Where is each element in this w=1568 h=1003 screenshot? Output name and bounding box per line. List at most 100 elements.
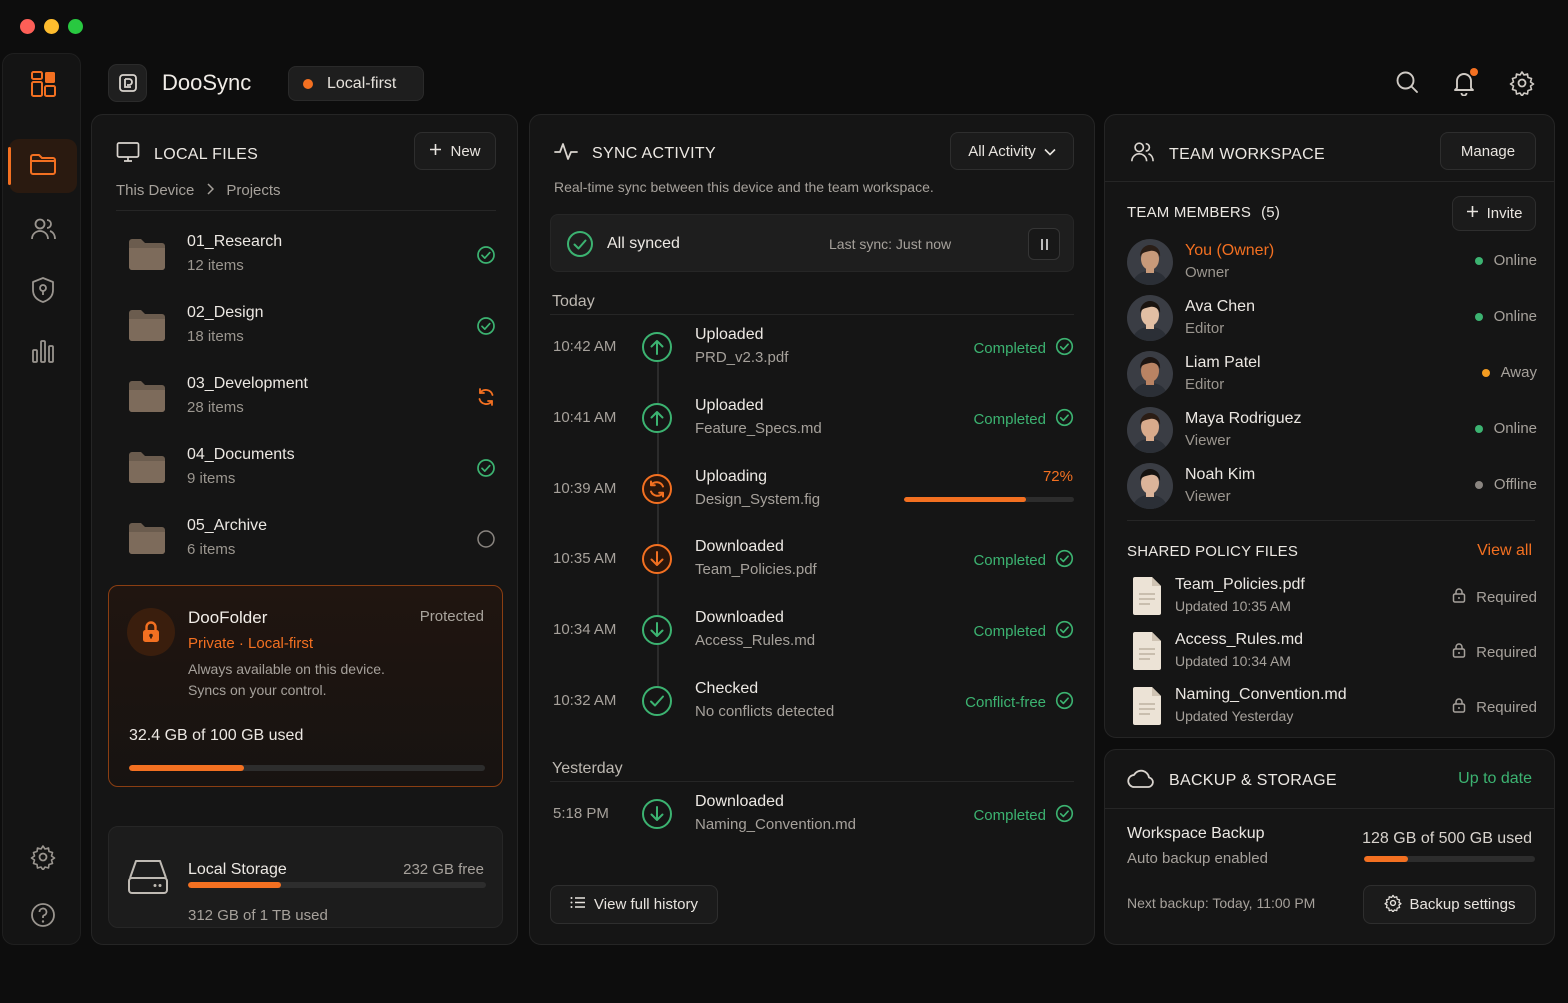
member-row[interactable]: Noah Kim Viewer Offline	[1127, 461, 1537, 511]
policy-row[interactable]: Team_Policies.pdf Updated 10:35 AM Require…	[1129, 574, 1537, 622]
member-row[interactable]: Ava Chen Editor Online	[1127, 293, 1537, 343]
invite-label: Invite	[1486, 205, 1523, 222]
member-row[interactable]: Liam Patel Editor Away	[1127, 349, 1537, 399]
status-dot	[303, 78, 313, 89]
policy-row[interactable]: Access_Rules.md Updated 10:34 AM Required	[1129, 629, 1537, 677]
local-storage-free: 232 GB free	[403, 861, 484, 878]
folder-name: 03_Development	[187, 375, 308, 392]
local-storage-bar	[188, 882, 486, 888]
bell-icon[interactable]	[1452, 68, 1478, 97]
users-icon	[29, 216, 57, 247]
sidebar-item-security[interactable]	[3, 265, 82, 319]
folder-name: 02_Design	[187, 304, 264, 321]
folder-row[interactable]: 04_Documents 9 items	[128, 438, 496, 498]
folder-row[interactable]: 05_Archive 6 items	[128, 509, 496, 569]
sidebar-item-analytics[interactable]	[3, 326, 82, 380]
app-logo-icon[interactable]	[31, 71, 57, 102]
progress-bar-fill	[904, 496, 1027, 502]
folder-row[interactable]: 02_Design 18 items	[128, 296, 496, 356]
activity-file: Design_System.fig	[695, 490, 821, 508]
activity-time: 10:41 AM	[553, 408, 617, 426]
view-history-label: View full history	[594, 896, 698, 913]
sidebar-settings[interactable]	[3, 832, 82, 886]
view-all-link[interactable]: View all	[1477, 542, 1532, 560]
activity-row[interactable]: 10:32 AM Checked No conflicts detected Conf…	[550, 666, 1074, 736]
panel-title: LOCAL FILES	[154, 145, 259, 163]
day-label: Today	[552, 293, 595, 310]
sidebar-help[interactable]	[3, 890, 82, 944]
activity-time: 10:42 AM	[553, 338, 617, 355]
sync-status-bar: All synced Last sync: Just now	[550, 214, 1074, 272]
divider	[1105, 808, 1554, 809]
member-status: Offline	[1474, 476, 1537, 493]
breadcrumb-item[interactable]: This Device	[116, 182, 194, 199]
activity-status-label: Completed	[973, 807, 1046, 824]
chevron-right-icon	[206, 182, 215, 199]
member-status-label: Offline	[1493, 476, 1537, 493]
document-icon	[1131, 631, 1163, 676]
folder-count: 6 items	[187, 541, 236, 558]
check-circle-icon	[1055, 408, 1074, 431]
activity-action: Checked	[695, 680, 759, 697]
minimize-window-button[interactable]	[44, 19, 59, 34]
breadcrumb-item[interactable]: Projects	[226, 182, 280, 199]
invite-button[interactable]: Invite	[1452, 196, 1536, 231]
policy-row[interactable]: Naming_Convention.md Updated Yesterday Req…	[1129, 684, 1537, 732]
folder-row[interactable]: 01_Research 12 items	[128, 225, 496, 285]
member-row[interactable]: You (Owner) Owner Online	[1127, 237, 1537, 287]
app-name: DooSync	[162, 70, 252, 95]
new-button[interactable]: New	[414, 132, 496, 170]
activity-filter-dropdown[interactable]: All Activity	[950, 132, 1074, 170]
member-row[interactable]: Maya Rodriguez Viewer Online	[1127, 405, 1537, 455]
status-dot	[1474, 256, 1483, 265]
status-dot	[1474, 480, 1483, 489]
avatar	[1127, 463, 1173, 509]
chevron-down-icon	[1044, 143, 1056, 160]
sidebar-item-files[interactable]	[8, 139, 77, 193]
gear-icon[interactable]	[1509, 70, 1535, 97]
close-window-button[interactable]	[20, 19, 35, 34]
folder-icon	[128, 237, 166, 276]
activity-row[interactable]: 5:18 PM Downloaded Naming_Convention.md Com…	[550, 779, 1074, 849]
policy-name: Team_Policies.pdf	[1175, 576, 1305, 593]
member-status-label: Away	[1500, 364, 1537, 381]
activity-row[interactable]: 10:34 AM Downloaded Access_Rules.md Complet…	[550, 595, 1074, 665]
activity-file: Naming_Convention.md	[695, 816, 856, 833]
doofolder-card[interactable]: DooFolder Protected Private · Local-firs…	[108, 585, 503, 787]
view-history-button[interactable]: View full history	[550, 885, 718, 924]
top-bar: DooSync Local-first	[91, 53, 1555, 113]
activity-row[interactable]: 10:42 AM Uploaded PRD_v2.3.pdf Completed	[550, 312, 1074, 382]
pause-sync-button[interactable]	[1028, 228, 1060, 260]
manage-button[interactable]: Manage	[1440, 132, 1536, 170]
sync-status-text: All synced	[607, 235, 680, 252]
policy-tag: Required	[1452, 697, 1537, 717]
folder-row[interactable]: 03_Development 28 items	[128, 367, 496, 427]
search-icon[interactable]	[1395, 70, 1421, 96]
member-status: Online	[1474, 252, 1537, 269]
sidebar-item-team[interactable]	[3, 204, 82, 258]
activity-file: Access_Rules.md	[695, 632, 816, 650]
activity-status-label: Completed	[973, 410, 1046, 428]
activity-file: No conflicts detected	[695, 703, 835, 720]
activity-row[interactable]: 10:35 AM Downloaded Team_Policies.pdf Compl…	[550, 524, 1074, 594]
local-storage-card[interactable]: Local Storage 232 GB free 312 GB of 1 TB…	[108, 826, 503, 928]
mode-pill[interactable]: Local-first	[288, 66, 424, 101]
member-name: You (Owner)	[1185, 242, 1275, 259]
backup-settings-button[interactable]: Backup settings	[1363, 885, 1536, 924]
folder-count: 28 items	[187, 399, 244, 416]
activity-row[interactable]: 10:39 AM Uploading Design_System.fig 72%	[550, 454, 1074, 524]
zoom-window-button[interactable]	[68, 19, 83, 34]
activity-file: Feature_Specs.md	[695, 419, 822, 437]
activity-time: 10:32 AM	[553, 692, 617, 709]
check-circle-icon	[1055, 620, 1074, 643]
status-dot	[1474, 424, 1483, 433]
activity-row[interactable]: 10:41 AM Uploaded Feature_Specs.md Complete…	[550, 383, 1074, 453]
team-workspace-panel: TEAM WORKSPACE Manage TEAM MEMBERS (5) I…	[1104, 114, 1555, 738]
cloud-icon	[1127, 767, 1155, 794]
activity-time: 10:35 AM	[553, 550, 617, 568]
folder-icon	[29, 152, 57, 181]
backup-header: BACKUP & STORAGE	[1127, 767, 1337, 794]
download-icon	[641, 543, 673, 575]
app-icon[interactable]	[108, 64, 147, 102]
sync-activity-header: SYNC ACTIVITY	[554, 140, 716, 167]
